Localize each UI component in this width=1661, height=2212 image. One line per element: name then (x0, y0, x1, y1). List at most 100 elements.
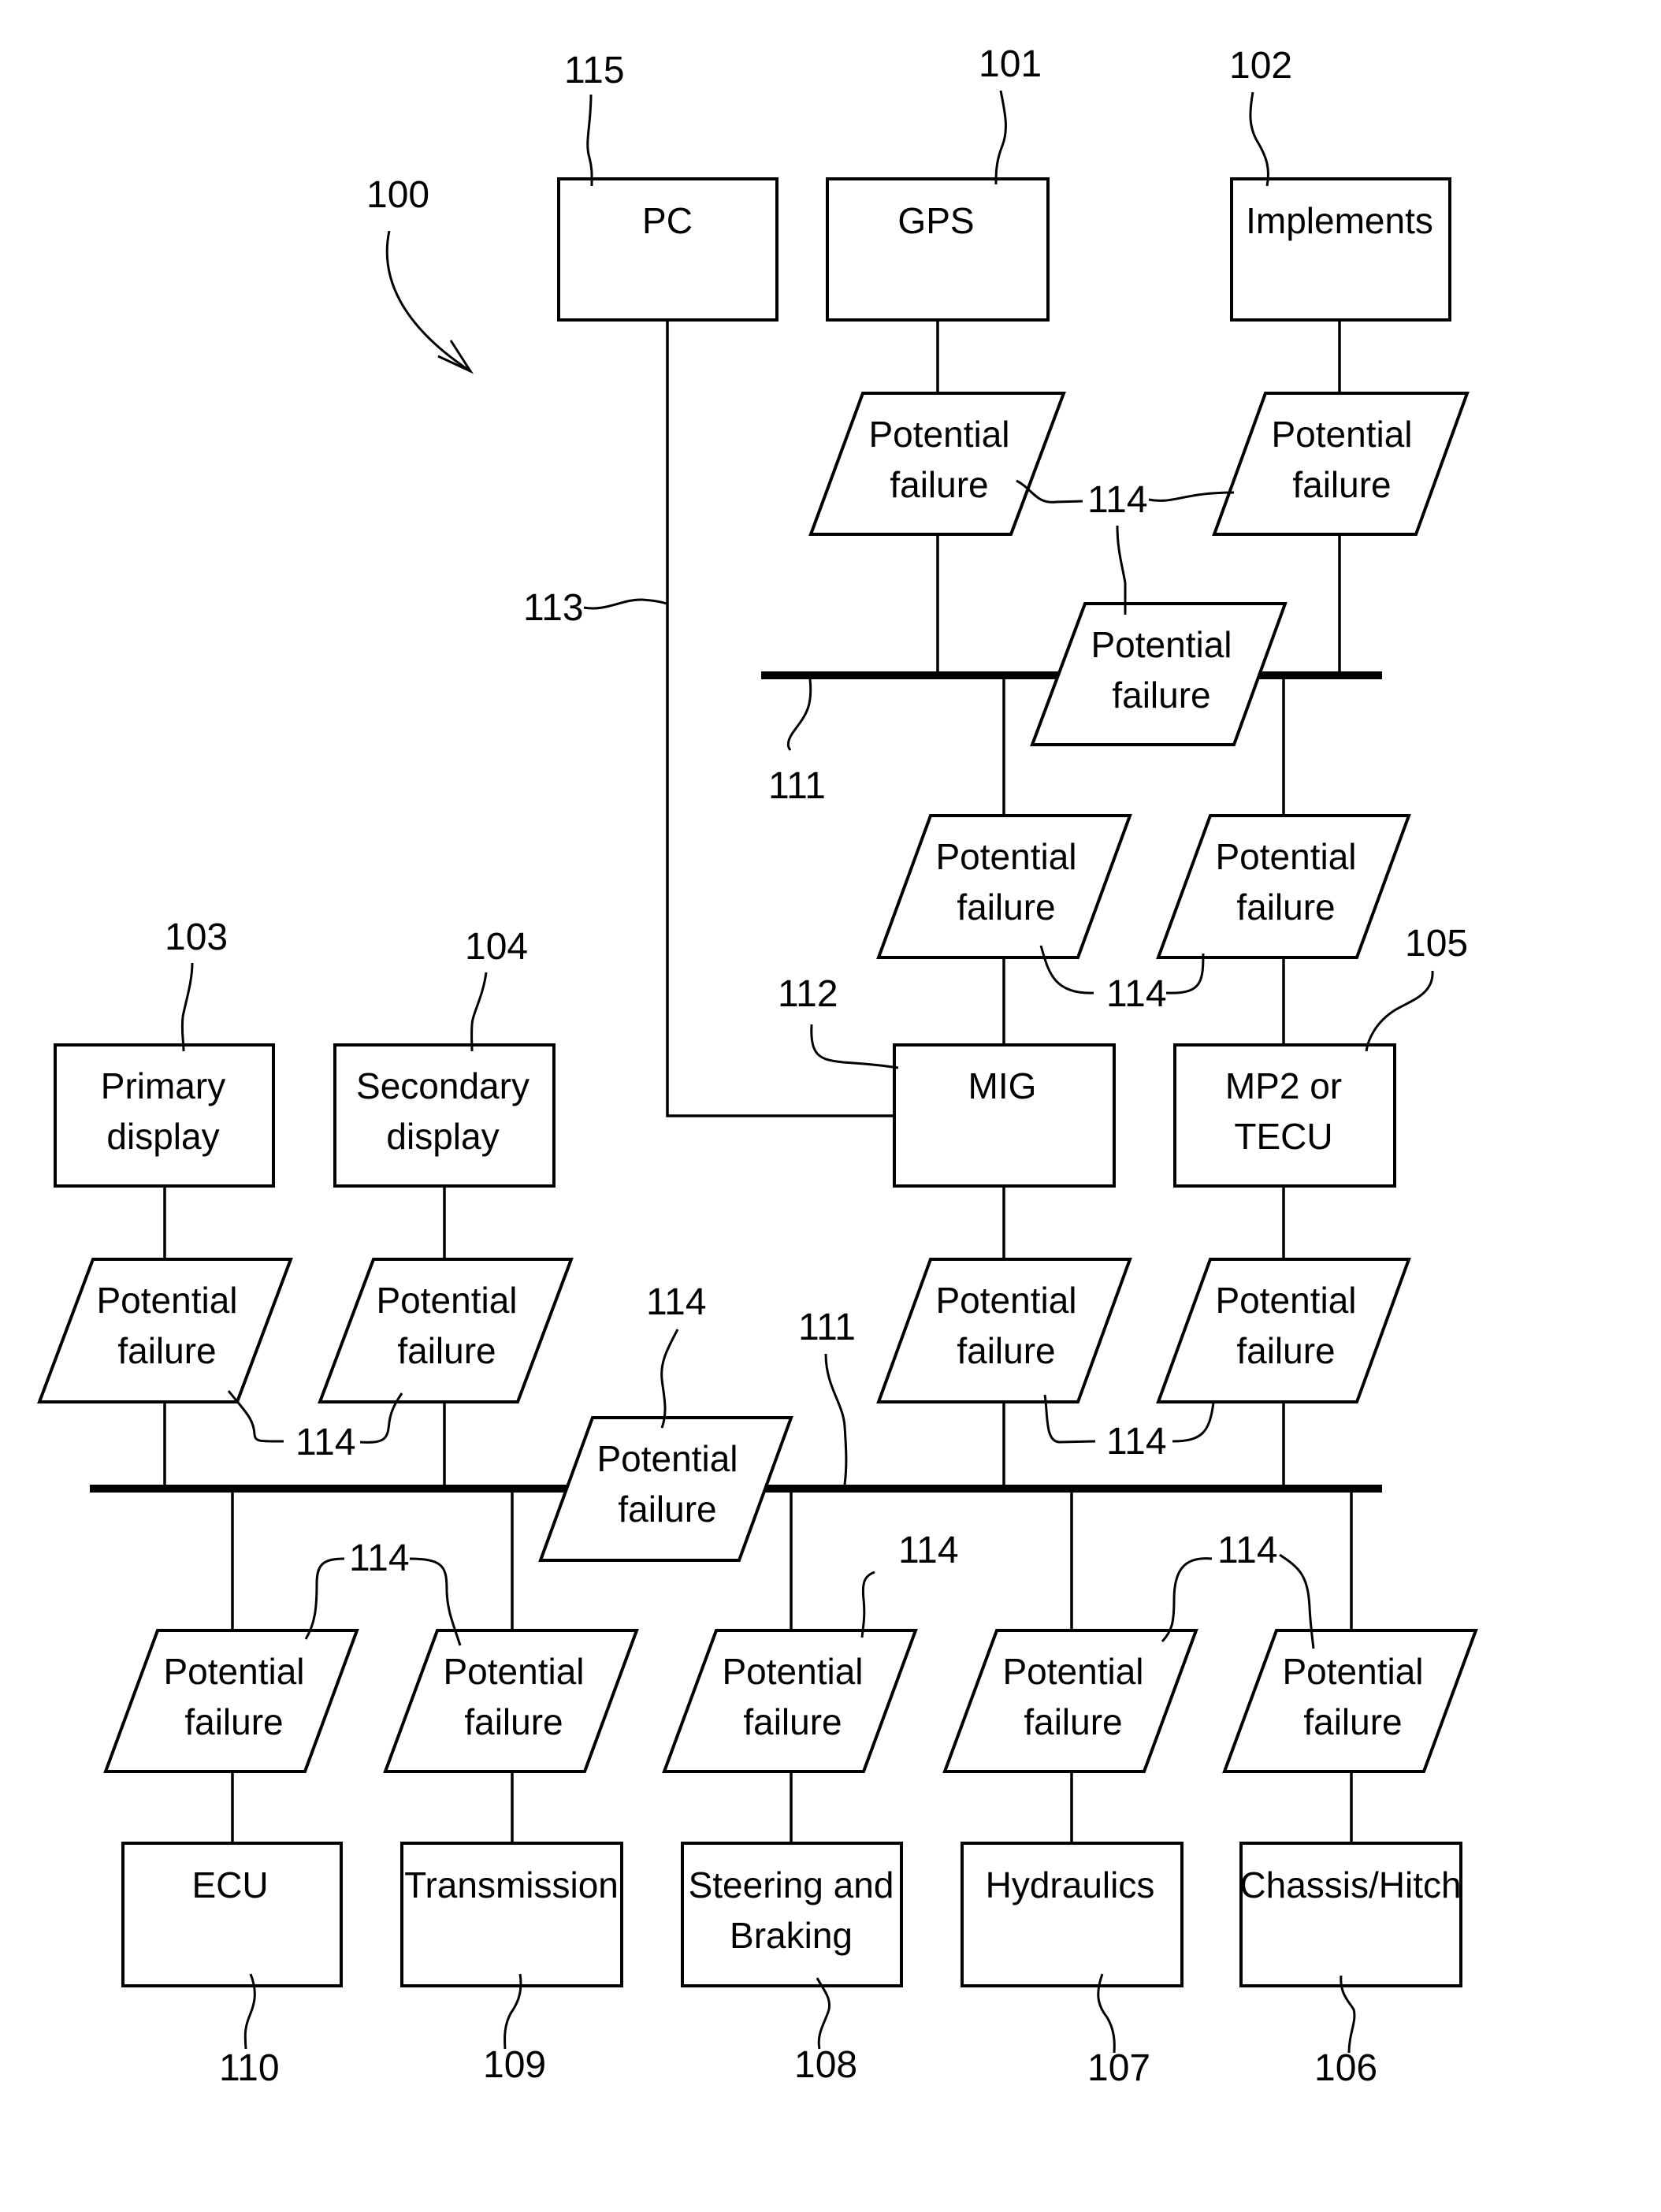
svg-text:failure: failure (618, 1489, 716, 1530)
leader-lower-bus (824, 1353, 848, 1485)
svg-text:Potential: Potential (868, 414, 1009, 455)
ref-label-secondary-display: 104 (465, 926, 528, 968)
svg-text:failure: failure (1292, 464, 1391, 505)
leader-failure-ecu (304, 1557, 345, 1640)
svg-text:Potential: Potential (596, 1438, 738, 1479)
failure-mp2-lower: Potential failure (1156, 1258, 1411, 1403)
leader-failure-mp2-upper (1165, 953, 1205, 994)
ref-label-mp2: 105 (1405, 923, 1468, 965)
ref-label-mig: 112 (778, 973, 838, 1015)
failure-lower-bus: Potential failure (538, 1416, 793, 1562)
failure-mig-upper: Potential failure (876, 814, 1132, 959)
svg-text:Potential: Potential (1215, 1280, 1356, 1321)
svg-text:failure: failure (397, 1330, 496, 1371)
failure-primary-display: Potential failure (37, 1258, 293, 1403)
ref-label-implements: 102 (1229, 45, 1292, 87)
ref-label-failure-steering: 114 (898, 1530, 959, 1571)
leader-mig (810, 1024, 899, 1069)
svg-text:failure: failure (464, 1701, 563, 1742)
leader-steering (816, 1977, 831, 2050)
ref-label-hydraulics: 107 (1087, 2047, 1150, 2089)
svg-text:failure: failure (957, 887, 1055, 928)
leader-primary-display (180, 962, 194, 1052)
failure-ecu: Potential failure (103, 1629, 359, 1773)
svg-text:Transmission: Transmission (404, 1864, 619, 1905)
svg-text:Potential: Potential (1282, 1651, 1423, 1692)
svg-text:Chassis/Hitch: Chassis/Hitch (1239, 1864, 1461, 1905)
node-implements: Implements (1230, 177, 1451, 322)
leader-pc-link (583, 598, 667, 610)
svg-text:Potential: Potential (1215, 836, 1356, 877)
leader-failure-mp2-lower (1172, 1402, 1215, 1443)
failure-secondary-display: Potential failure (318, 1258, 574, 1403)
svg-text:failure: failure (1236, 1330, 1335, 1371)
leader-pc (586, 94, 593, 187)
ref-label-failure-upper: 114 (1087, 479, 1148, 521)
svg-text:failure: failure (743, 1701, 842, 1742)
ref-label-failure-ecu-trans: 114 (349, 1537, 410, 1579)
ref-label-ecu: 110 (219, 2047, 280, 2089)
node-mp2-tecu: MP2 or TECU (1173, 1043, 1396, 1188)
ref-label-failure-mid: 114 (1106, 973, 1167, 1015)
node-ecu: ECU (121, 1842, 343, 1987)
svg-text:failure: failure (117, 1330, 216, 1371)
ref-label-failure-lower-pair: 114 (1106, 1421, 1167, 1463)
failure-mig-lower: Potential failure (876, 1258, 1132, 1403)
ref-label-system: 100 (366, 174, 429, 216)
node-gps: GPS (826, 177, 1050, 322)
svg-text:failure: failure (1112, 675, 1210, 716)
svg-text:failure: failure (1236, 887, 1335, 928)
svg-text:failure: failure (890, 464, 988, 505)
failure-steering: Potential failure (662, 1629, 918, 1773)
svg-text:Potential: Potential (376, 1280, 517, 1321)
ref-label-pc-link: 113 (523, 587, 584, 629)
ref-label-failure-displays: 114 (295, 1422, 356, 1463)
ref-label-upper-bus: 111 (768, 765, 826, 807)
ref-label-chassis: 106 (1314, 2047, 1377, 2089)
svg-text:Potential: Potential (1091, 624, 1232, 665)
leader-secondary-display (470, 972, 488, 1052)
svg-text:ECU: ECU (191, 1864, 268, 1905)
leader-failure-steering (860, 1571, 875, 1638)
ref-label-gps: 101 (979, 43, 1042, 85)
ref-label-pc: 115 (564, 50, 625, 91)
svg-text:Potential: Potential (163, 1651, 304, 1692)
leader-implements (1249, 91, 1269, 187)
node-transmission: Transmission (400, 1842, 623, 1987)
failure-hydraulics: Potential failure (942, 1629, 1198, 1773)
leader-upper-bus (786, 678, 812, 751)
node-mig: MIG (893, 1043, 1116, 1188)
svg-text:Potential: Potential (1002, 1651, 1143, 1692)
node-chassis-hitch: Chassis/Hitch (1239, 1842, 1462, 1987)
node-primary-display: Primary display (54, 1043, 275, 1188)
failure-upper-bus: Potential failure (1030, 602, 1288, 746)
svg-text:Potential: Potential (96, 1280, 237, 1321)
svg-text:Potential: Potential (935, 1280, 1076, 1321)
leader-gps (994, 90, 1007, 185)
leader-failure-implements (1148, 491, 1235, 502)
ref-label-transmission: 109 (483, 2044, 546, 2086)
ref-label-lower-bus: 111 (798, 1307, 856, 1348)
failure-mp2-upper: Potential failure (1156, 814, 1411, 959)
svg-text:MIG: MIG (968, 1065, 1037, 1106)
svg-text:MP2 or: MP2 or (1225, 1065, 1342, 1106)
svg-text:failure: failure (1024, 1701, 1122, 1742)
svg-text:PC: PC (642, 200, 693, 241)
svg-text:Steering and: Steering and (689, 1864, 894, 1905)
leader-mp2 (1365, 970, 1434, 1052)
svg-text:TECU: TECU (1234, 1116, 1332, 1157)
svg-text:display: display (386, 1116, 499, 1157)
svg-text:Implements: Implements (1246, 200, 1433, 241)
svg-text:Braking: Braking (730, 1915, 853, 1956)
ref-label-failure-lower-bus: 114 (646, 1281, 707, 1323)
failure-transmission: Potential failure (383, 1629, 639, 1773)
ref-label-steering: 108 (794, 2044, 857, 2086)
ref-label-primary-display: 103 (165, 916, 228, 958)
svg-text:Potential: Potential (722, 1651, 863, 1692)
failure-gps: Potential failure (808, 392, 1066, 536)
svg-text:failure: failure (957, 1330, 1055, 1371)
leader-failure-upper-bus (1116, 525, 1127, 615)
ref-label-failure-hyd-chassis: 114 (1217, 1530, 1278, 1571)
node-secondary-display: Secondary display (333, 1043, 556, 1188)
node-hydraulics: Hydraulics (961, 1842, 1184, 1987)
